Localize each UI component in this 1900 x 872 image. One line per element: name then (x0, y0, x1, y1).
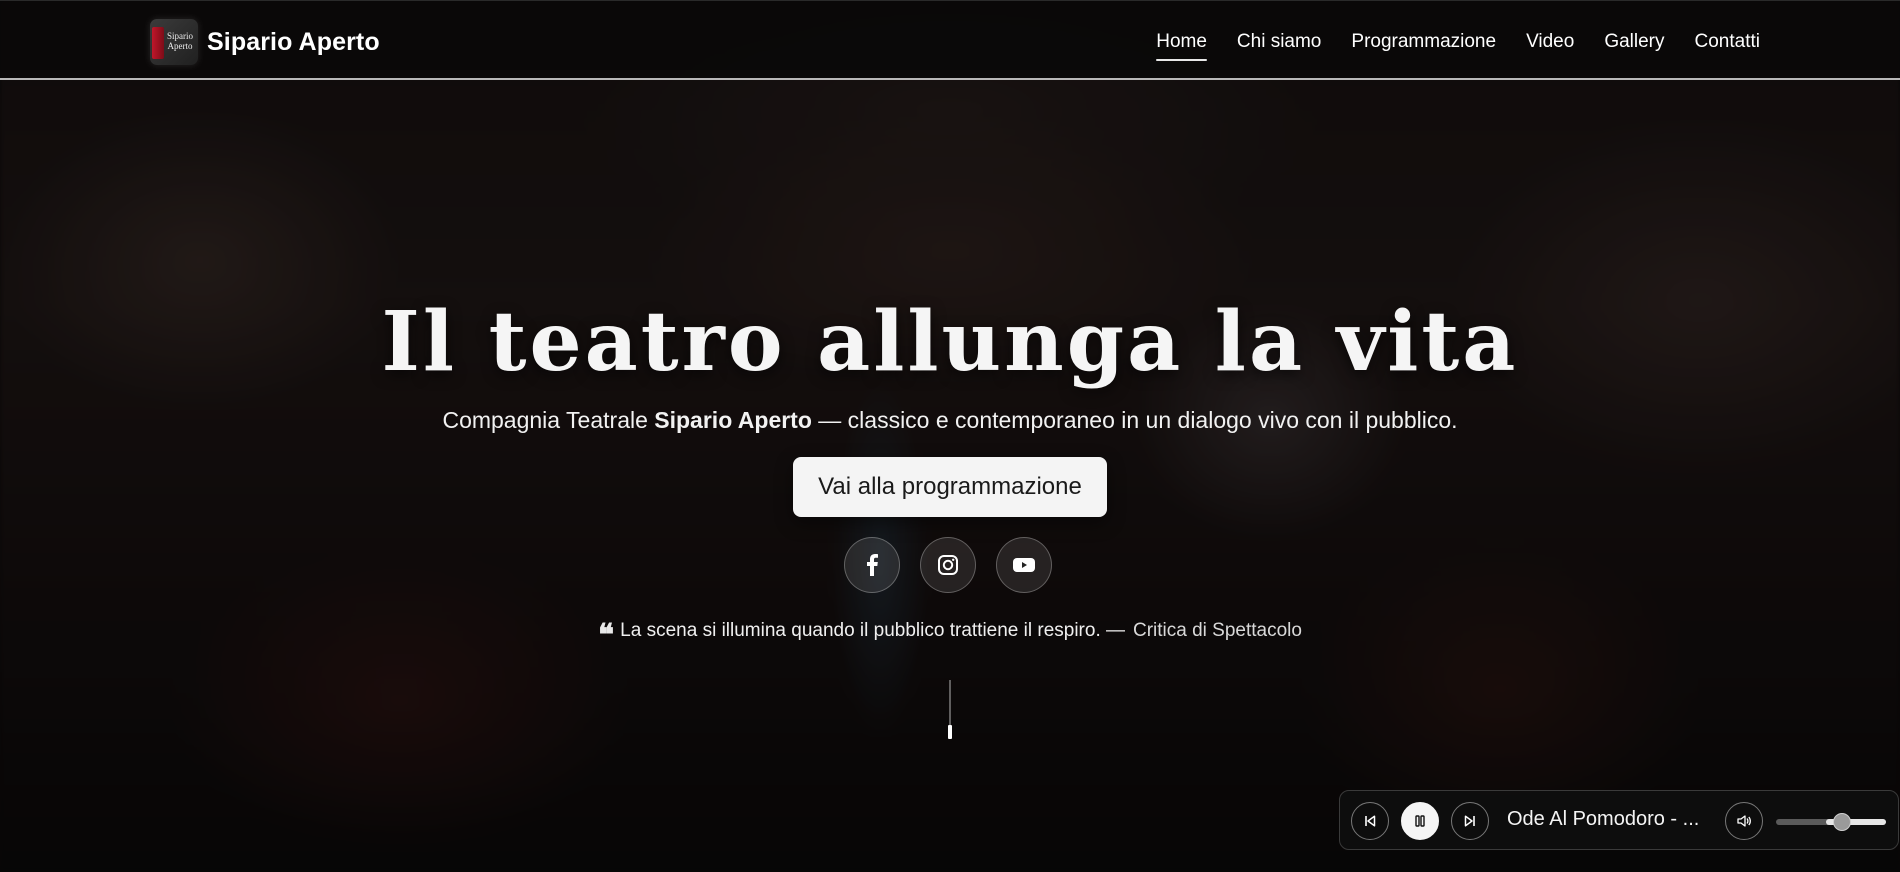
volume-button[interactable] (1725, 802, 1763, 840)
quote-text: La scena si illumina quando il pubblico … (620, 620, 1125, 641)
music-player: Ode Al Pomodoro - ... (1339, 790, 1899, 850)
programmazione-button[interactable]: Vai alla programmazione (793, 457, 1107, 517)
nav-item-video[interactable]: Video (1526, 31, 1574, 53)
nav-item-chi-siamo[interactable]: Chi siamo (1237, 31, 1321, 53)
logo-text: Sipario Aperto (167, 31, 193, 51)
hero-title: Il teatro allunga la vita (381, 294, 1519, 390)
scroll-indicator-dot (948, 725, 952, 739)
volume-icon (1737, 815, 1751, 827)
next-icon (1464, 815, 1475, 827)
brand-name: Sipario Aperto (207, 27, 380, 56)
volume-thumb[interactable] (1833, 813, 1851, 831)
facebook-button[interactable] (844, 537, 900, 593)
pause-icon (1415, 815, 1425, 827)
instagram-button[interactable] (920, 537, 976, 593)
previous-icon (1365, 815, 1376, 827)
next-button[interactable] (1451, 802, 1489, 840)
brand-logo: Sipario Aperto (150, 19, 198, 65)
nav-item-contatti[interactable]: Contatti (1695, 31, 1760, 53)
subtitle-suffix: — classico e contemporaneo in un dialogo… (811, 407, 1458, 433)
hero-quote: ❝ La scena si illumina quando il pubblico… (0, 618, 1900, 653)
previous-button[interactable] (1351, 802, 1389, 840)
quote-author: Critica di Spettacolo (1133, 620, 1302, 641)
subtitle-company: Sipario Aperto (654, 407, 812, 433)
facebook-icon (867, 554, 878, 576)
pause-button[interactable] (1401, 802, 1439, 840)
subtitle-prefix: Compagnia Teatrale (442, 407, 655, 433)
hero-overlay (0, 0, 1900, 872)
nav-item-programmazione[interactable]: Programmazione (1351, 31, 1496, 53)
hero-subtitle: Compagnia Teatrale Sipario Aperto — clas… (0, 407, 1900, 434)
nav-item-home[interactable]: Home (1156, 31, 1207, 61)
social-links (844, 537, 1052, 593)
volume-slider[interactable] (1776, 813, 1886, 831)
youtube-button[interactable] (996, 537, 1052, 593)
nav-links: Home Chi siamo Programmazione Video Gall… (1126, 31, 1760, 61)
quote-icon: ❝ (598, 618, 615, 653)
page: Sipario Aperto Sipario Aperto Home Chi s… (0, 0, 1900, 872)
nav-item-gallery[interactable]: Gallery (1604, 31, 1664, 53)
navbar: Sipario Aperto Sipario Aperto Home Chi s… (0, 0, 1900, 80)
track-title: Ode Al Pomodoro - ... (1507, 808, 1700, 830)
youtube-icon (1013, 558, 1035, 572)
instagram-icon (938, 555, 958, 575)
brand[interactable]: Sipario Aperto Sipario Aperto (150, 19, 380, 65)
